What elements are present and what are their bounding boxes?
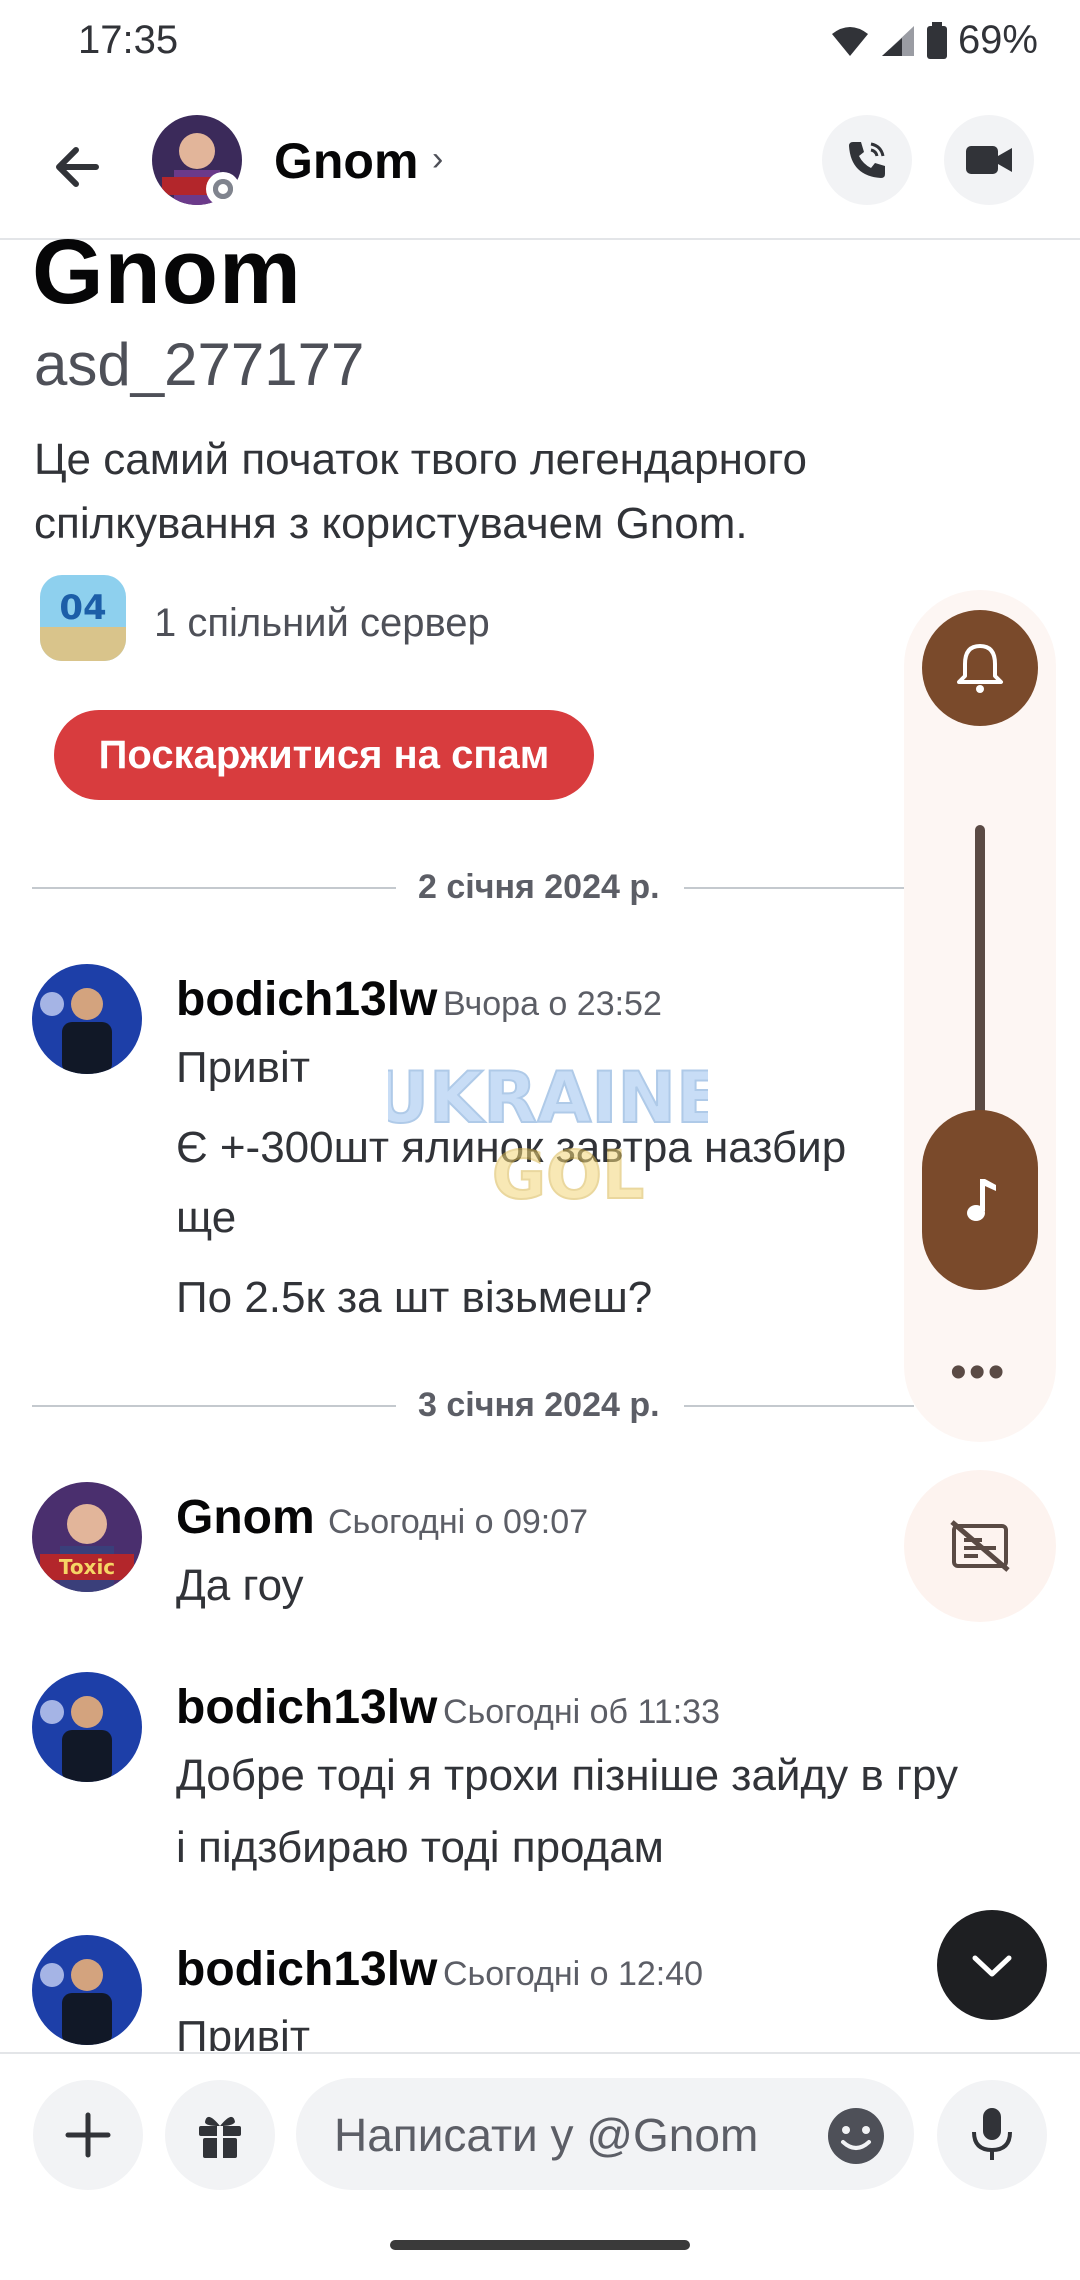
profile-username: asd_277177 (34, 331, 365, 398)
message-author[interactable]: bodich13lw (176, 972, 437, 1027)
message-input-placeholder[interactable]: Написати у @Gnom (334, 2108, 758, 2162)
message-text: і підзбираю тоді продам (176, 1823, 664, 1872)
live-captions-button[interactable] (904, 1470, 1056, 1622)
conversation-intro: Це самий початок твого легендарного спіл… (34, 435, 807, 548)
message-timestamp: Сьогодні о 09:07 (328, 1503, 589, 1541)
voice-call-button[interactable] (822, 115, 912, 205)
gift-button[interactable] (165, 2080, 275, 2190)
emoji-icon (828, 2108, 884, 2164)
message-author[interactable]: bodich13lw (176, 1680, 437, 1735)
battery-icon (926, 21, 947, 59)
message-text: Да гоу (176, 1561, 304, 1610)
profile-display-name: Gnom (32, 221, 302, 323)
arrow-left-icon (56, 147, 99, 187)
status-icons: 69% (830, 18, 1038, 63)
plus-icon (65, 2112, 111, 2158)
mutual-servers[interactable]: 1 спільний сервер (154, 601, 490, 646)
home-indicator[interactable] (390, 2240, 690, 2250)
composer-divider (0, 2052, 1080, 2054)
divider-line (32, 1405, 396, 1407)
date-divider: 3 січня 2024 р. (418, 1386, 660, 1424)
gnom-avatar-image: Toxic (32, 1482, 142, 1592)
avatar[interactable] (32, 1935, 142, 2045)
message-text: Привіт (176, 1043, 310, 1092)
divider-line (684, 887, 904, 889)
microphone-icon (972, 2108, 1012, 2160)
bodich-avatar-image (32, 1672, 142, 1782)
more-options-icon[interactable]: ••• (950, 1345, 1006, 1400)
message-timestamp: Сьогодні о 12:40 (443, 1955, 704, 1993)
divider-line (684, 1405, 914, 1407)
add-attachment-button[interactable] (33, 2080, 143, 2190)
ukraine-gol-watermark: UKRAINE GOL (388, 1056, 708, 1215)
message-text: По 2.5к за шт візьмеш? (176, 1273, 653, 1322)
divider-line (32, 887, 396, 889)
battery-percent: 69% (957, 18, 1038, 62)
server-icon[interactable]: 04 (40, 575, 126, 661)
svg-text:GOL: GOL (492, 1137, 644, 1214)
voice-message-button[interactable] (937, 2080, 1047, 2190)
status-time: 17:35 (78, 18, 179, 62)
signal-icon (881, 25, 914, 56)
svg-text:UKRAINE: UKRAINE (388, 1057, 708, 1139)
bodich-avatar-image (32, 964, 142, 1074)
header-name[interactable]: Gnom (274, 132, 418, 190)
emoji-button[interactable] (826, 2106, 886, 2166)
volume-slider-track[interactable] (975, 825, 985, 1125)
server-icon-label: 04 (59, 588, 106, 628)
message-timestamp: Вчора о 23:52 (443, 985, 662, 1023)
jump-to-bottom-button[interactable] (937, 1910, 1047, 2020)
bodich-avatar-image (32, 1935, 142, 2045)
message-text: Добре тоді я трохи пізніше зайду в гру (176, 1751, 959, 1800)
message-author[interactable]: bodich13lw (176, 1942, 437, 1997)
volume-slider[interactable] (922, 1110, 1038, 1290)
video-camera-icon (966, 146, 1012, 174)
chevron-down-icon (972, 1955, 1012, 1977)
avatar[interactable] (32, 1672, 142, 1782)
offline-status-icon (206, 172, 240, 206)
chevron-right-icon: › (432, 140, 444, 178)
message-text: Привіт (176, 2012, 310, 2051)
date-divider: 2 січня 2024 р. (418, 868, 660, 906)
svg-text:Toxic: Toxic (59, 1555, 115, 1579)
message-timestamp: Сьогодні об 11:33 (443, 1693, 720, 1731)
report-spam-button[interactable]: Поскаржитися на спам (54, 710, 594, 800)
captions-off-icon (950, 1520, 1010, 1572)
wifi-icon (831, 26, 868, 56)
avatar[interactable]: Toxic (32, 1482, 142, 1592)
message-text: ще (176, 1193, 237, 1242)
gift-icon (199, 2116, 241, 2158)
bell-icon (957, 644, 1003, 693)
avatar[interactable] (32, 964, 142, 1074)
back-button[interactable] (44, 132, 114, 202)
phone-icon (849, 142, 885, 178)
message-author[interactable]: Gnom (176, 1490, 315, 1545)
music-note-icon (967, 1179, 996, 1221)
ringer-button[interactable] (922, 610, 1038, 726)
video-call-button[interactable] (944, 115, 1034, 205)
